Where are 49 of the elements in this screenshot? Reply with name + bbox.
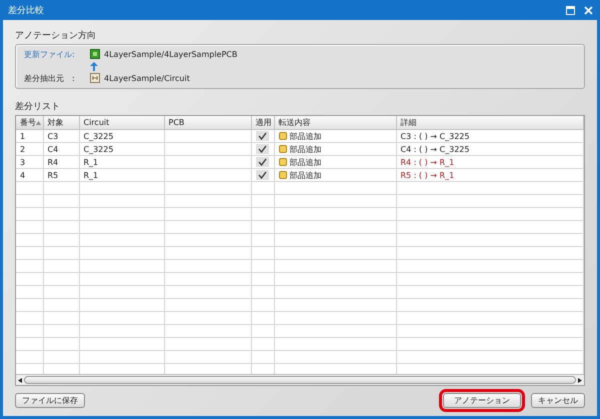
sort-ascending-icon <box>36 121 40 125</box>
source-path: 4LayerSample/Circuit <box>104 74 190 82</box>
table-cell: R_1 <box>84 158 98 166</box>
column-header[interactable]: 対象 <box>43 116 79 130</box>
table-cell: C_3225 <box>84 144 114 154</box>
column-header[interactable]: 番号 <box>16 116 43 130</box>
column-header[interactable]: PCB <box>164 116 251 130</box>
table-cell: 部品追加 <box>290 144 322 154</box>
column-header[interactable]: Circuit <box>79 116 164 130</box>
table-cell: 部品追加 <box>290 158 322 166</box>
table-cell: 2 <box>20 144 26 154</box>
up-arrow-icon <box>90 62 98 70</box>
table-cell: 1 <box>20 132 26 140</box>
board-file-icon <box>90 49 100 59</box>
table-cell: R5 <box>48 170 58 180</box>
checkbox[interactable] <box>256 157 269 167</box>
table-cell: 部品追加 <box>290 170 322 180</box>
scroll-right-icon[interactable] <box>578 378 582 382</box>
table-cell: 部品追加 <box>290 132 322 140</box>
maximize-icon[interactable] <box>566 6 575 14</box>
schematic-file-icon <box>90 73 100 83</box>
dialog-button[interactable]: ファイルに保存 <box>15 393 85 408</box>
table-cell: 3 <box>20 158 26 166</box>
table-cell: 4 <box>20 170 26 180</box>
checkbox[interactable] <box>256 131 269 141</box>
table-cell: C3 <box>48 132 58 140</box>
scroll-left-icon[interactable] <box>18 378 22 382</box>
column-header[interactable]: 転送内容 <box>274 116 396 130</box>
target-label: 更新ファイル: <box>24 48 76 60</box>
checkbox[interactable] <box>256 170 269 180</box>
table-cell: R_1 <box>84 170 98 180</box>
section-title: アノテーション方向 <box>15 30 97 42</box>
section-title: 差分リスト <box>15 100 61 113</box>
column-header[interactable]: 適用 <box>251 116 274 130</box>
table-cell: C4 : ( ) → C_3225 <box>400 144 470 154</box>
dialog-button[interactable]: キャンセル <box>531 393 585 408</box>
close-icon[interactable] <box>584 6 593 14</box>
column-header[interactable]: 詳細 <box>396 116 584 130</box>
table-cell: C_3225 <box>84 132 114 140</box>
table-cell: R4 : ( ) → R_1 <box>400 158 454 166</box>
table-cell: R5 : ( ) → R_1 <box>400 170 454 180</box>
table-cell: C4 <box>48 144 58 154</box>
source-label: 差分抽出元 : <box>24 72 76 84</box>
table-cell: R4 <box>48 158 58 166</box>
horizontal-scrollbar[interactable] <box>16 374 584 385</box>
table-cell: C3 : ( ) → C_3225 <box>400 132 470 140</box>
target-path: 4LayerSample/4LayerSamplePCB <box>104 50 238 58</box>
checkbox[interactable] <box>256 144 269 154</box>
window-title: 差分比較 <box>8 4 44 16</box>
